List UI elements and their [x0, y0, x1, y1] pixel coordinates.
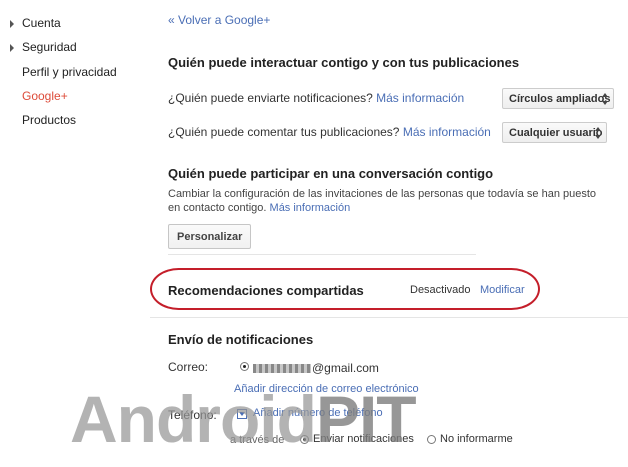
- more-info-link[interactable]: Más información: [376, 91, 464, 105]
- select-arrows-icon: [602, 93, 608, 105]
- more-info-link[interactable]: Más información: [270, 202, 351, 214]
- no-inform-label: No informarme: [440, 433, 513, 445]
- interact-section-title: Quién puede interactuar contigo y con tu…: [168, 55, 520, 70]
- chevron-right-icon: [10, 19, 14, 28]
- notify-question-row: ¿Quién puede enviarte notificaciones? Má…: [168, 91, 465, 105]
- comment-select[interactable]: Cualquier usuario: [502, 122, 607, 143]
- back-link[interactable]: « Volver a Google+: [168, 13, 270, 27]
- divider: [168, 254, 476, 255]
- more-info-link[interactable]: Más información: [403, 125, 491, 139]
- redacted-email-icon: [253, 364, 311, 374]
- sidebar-item-perfil-privacidad[interactable]: Perfil y privacidad: [22, 65, 117, 79]
- androidpit-watermark: AndroidPIT: [70, 382, 417, 456]
- shared-recommendations-title: Recomendaciones compartidas: [168, 283, 364, 298]
- conversation-section-title: Quién puede participar en una conversaci…: [168, 166, 494, 181]
- notify-select[interactable]: Círculos ampliados: [502, 88, 614, 109]
- conversation-description-line2: en contacto contigo. Más información: [168, 202, 351, 214]
- email-radio[interactable]: [240, 362, 249, 371]
- modify-link[interactable]: Modificar: [480, 284, 525, 296]
- divider: [150, 317, 628, 318]
- select-arrows-icon: [595, 127, 601, 139]
- personalizar-button[interactable]: Personalizar: [168, 224, 252, 249]
- notifications-section-title: Envío de notificaciones: [168, 332, 314, 347]
- email-address: @gmail.com: [253, 361, 379, 375]
- conversation-description-line1: Cambiar la configuración de las invitaci…: [168, 188, 597, 200]
- sidebar-item-productos[interactable]: Productos: [22, 113, 76, 127]
- comment-question-row: ¿Quién puede comentar tus publicaciones?…: [168, 125, 491, 139]
- no-inform-radio[interactable]: [427, 435, 436, 444]
- sidebar-item-google-plus[interactable]: Google+: [22, 89, 68, 103]
- sidebar-item-seguridad[interactable]: Seguridad: [10, 40, 77, 54]
- shared-recommendations-status: Desactivado: [410, 284, 471, 296]
- email-label: Correo:: [168, 360, 209, 374]
- chevron-right-icon: [10, 43, 14, 52]
- sidebar-item-cuenta[interactable]: Cuenta: [10, 16, 61, 30]
